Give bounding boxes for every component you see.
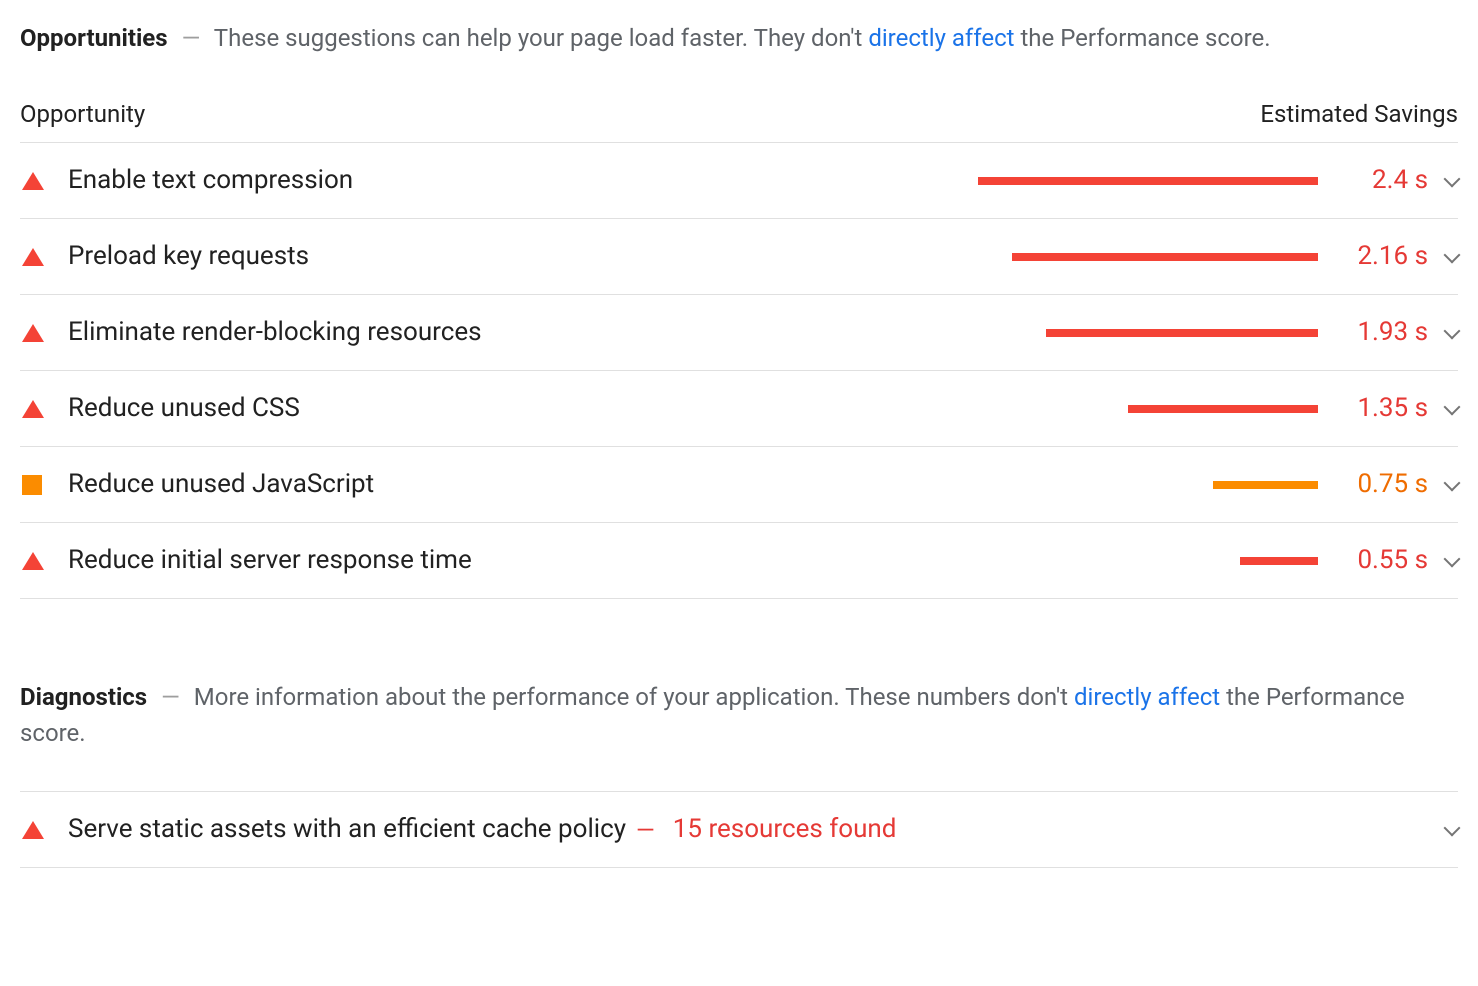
savings-bar — [1213, 481, 1318, 489]
opportunities-title: Opportunities — [20, 24, 168, 52]
diagnostics-desc-pre: More information about the performance o… — [194, 683, 1074, 711]
diagnostic-label: Serve static assets with an efficient ca… — [68, 810, 626, 849]
savings-bar — [1012, 253, 1318, 261]
separator-dash: — — [174, 24, 209, 52]
opportunity-label: Enable text compression — [68, 161, 373, 200]
savings-bar — [1128, 405, 1318, 413]
opportunity-row[interactable]: Enable text compression 2.4 s — [20, 143, 1458, 219]
triangle-red-icon — [20, 400, 68, 418]
chevron-down-icon[interactable] — [1428, 405, 1458, 413]
opportunities-rows: Enable text compression 2.4 s Preload key … — [20, 143, 1458, 599]
opportunity-row[interactable]: Preload key requests 2.16 s — [20, 219, 1458, 295]
triangle-red-icon — [20, 821, 68, 839]
diagnostics-desc: More information about the performance o… — [20, 683, 1405, 747]
savings-value: 2.16 s — [1336, 237, 1428, 276]
directly-affect-link[interactable]: directly affect — [868, 24, 1014, 52]
triangle-red-icon — [20, 172, 68, 190]
opportunity-row[interactable]: Reduce unused JavaScript 0.75 s — [20, 447, 1458, 523]
savings-value: 1.35 s — [1336, 389, 1428, 428]
chevron-down-icon[interactable] — [1428, 826, 1458, 834]
opportunity-label: Reduce unused CSS — [68, 389, 320, 428]
triangle-red-icon — [20, 324, 68, 342]
directly-affect-link[interactable]: directly affect — [1074, 683, 1220, 711]
opportunities-table-head: Opportunity Estimated Savings — [20, 96, 1458, 143]
opportunity-label: Reduce unused JavaScript — [68, 465, 394, 504]
opportunity-label: Eliminate render-blocking resources — [68, 313, 502, 352]
col-savings: Estimated Savings — [1260, 96, 1458, 132]
chevron-down-icon[interactable] — [1428, 329, 1458, 337]
diagnostics-title: Diagnostics — [20, 683, 147, 711]
opportunities-desc: These suggestions can help your page loa… — [214, 24, 1271, 52]
opportunity-row[interactable]: Reduce unused CSS 1.35 s — [20, 371, 1458, 447]
savings-value: 0.55 s — [1336, 541, 1428, 580]
savings-bar-track — [320, 405, 1336, 413]
separator-dash: — — [153, 683, 188, 711]
triangle-red-icon — [20, 248, 68, 266]
opportunity-row[interactable]: Eliminate render-blocking resources 1.93 … — [20, 295, 1458, 371]
diagnostic-badge: 15 resources found — [673, 810, 897, 849]
chevron-down-icon[interactable] — [1428, 253, 1458, 261]
diagnostics-header: Diagnostics — More information about the… — [20, 679, 1458, 751]
square-orange-icon — [20, 475, 68, 495]
chevron-down-icon[interactable] — [1428, 177, 1458, 185]
savings-bar-track — [492, 557, 1336, 565]
savings-bar-track — [502, 329, 1336, 337]
triangle-red-icon — [20, 552, 68, 570]
diagnostics-rows: Serve static assets with an efficient ca… — [20, 791, 1458, 868]
separator-dash: — — [626, 812, 661, 848]
savings-value: 2.4 s — [1336, 161, 1428, 200]
opportunity-label: Reduce initial server response time — [68, 541, 492, 580]
savings-value: 0.75 s — [1336, 465, 1428, 504]
savings-bar-track — [394, 481, 1336, 489]
savings-bar — [1240, 557, 1318, 565]
opportunity-row[interactable]: Reduce initial server response time 0.55 … — [20, 523, 1458, 599]
opportunity-label: Preload key requests — [68, 237, 329, 276]
chevron-down-icon[interactable] — [1428, 557, 1458, 565]
savings-value: 1.93 s — [1336, 313, 1428, 352]
savings-bar-track — [329, 253, 1336, 261]
chevron-down-icon[interactable] — [1428, 481, 1458, 489]
savings-bar — [1046, 329, 1318, 337]
opportunities-desc-post: the Performance score. — [1014, 24, 1270, 52]
col-opportunity: Opportunity — [20, 96, 145, 132]
diagnostic-row[interactable]: Serve static assets with an efficient ca… — [20, 791, 1458, 868]
opportunities-header: Opportunities — These suggestions can he… — [20, 20, 1458, 56]
savings-bar-track — [373, 177, 1336, 185]
savings-bar — [978, 177, 1318, 185]
opportunities-desc-pre: These suggestions can help your page loa… — [214, 24, 869, 52]
